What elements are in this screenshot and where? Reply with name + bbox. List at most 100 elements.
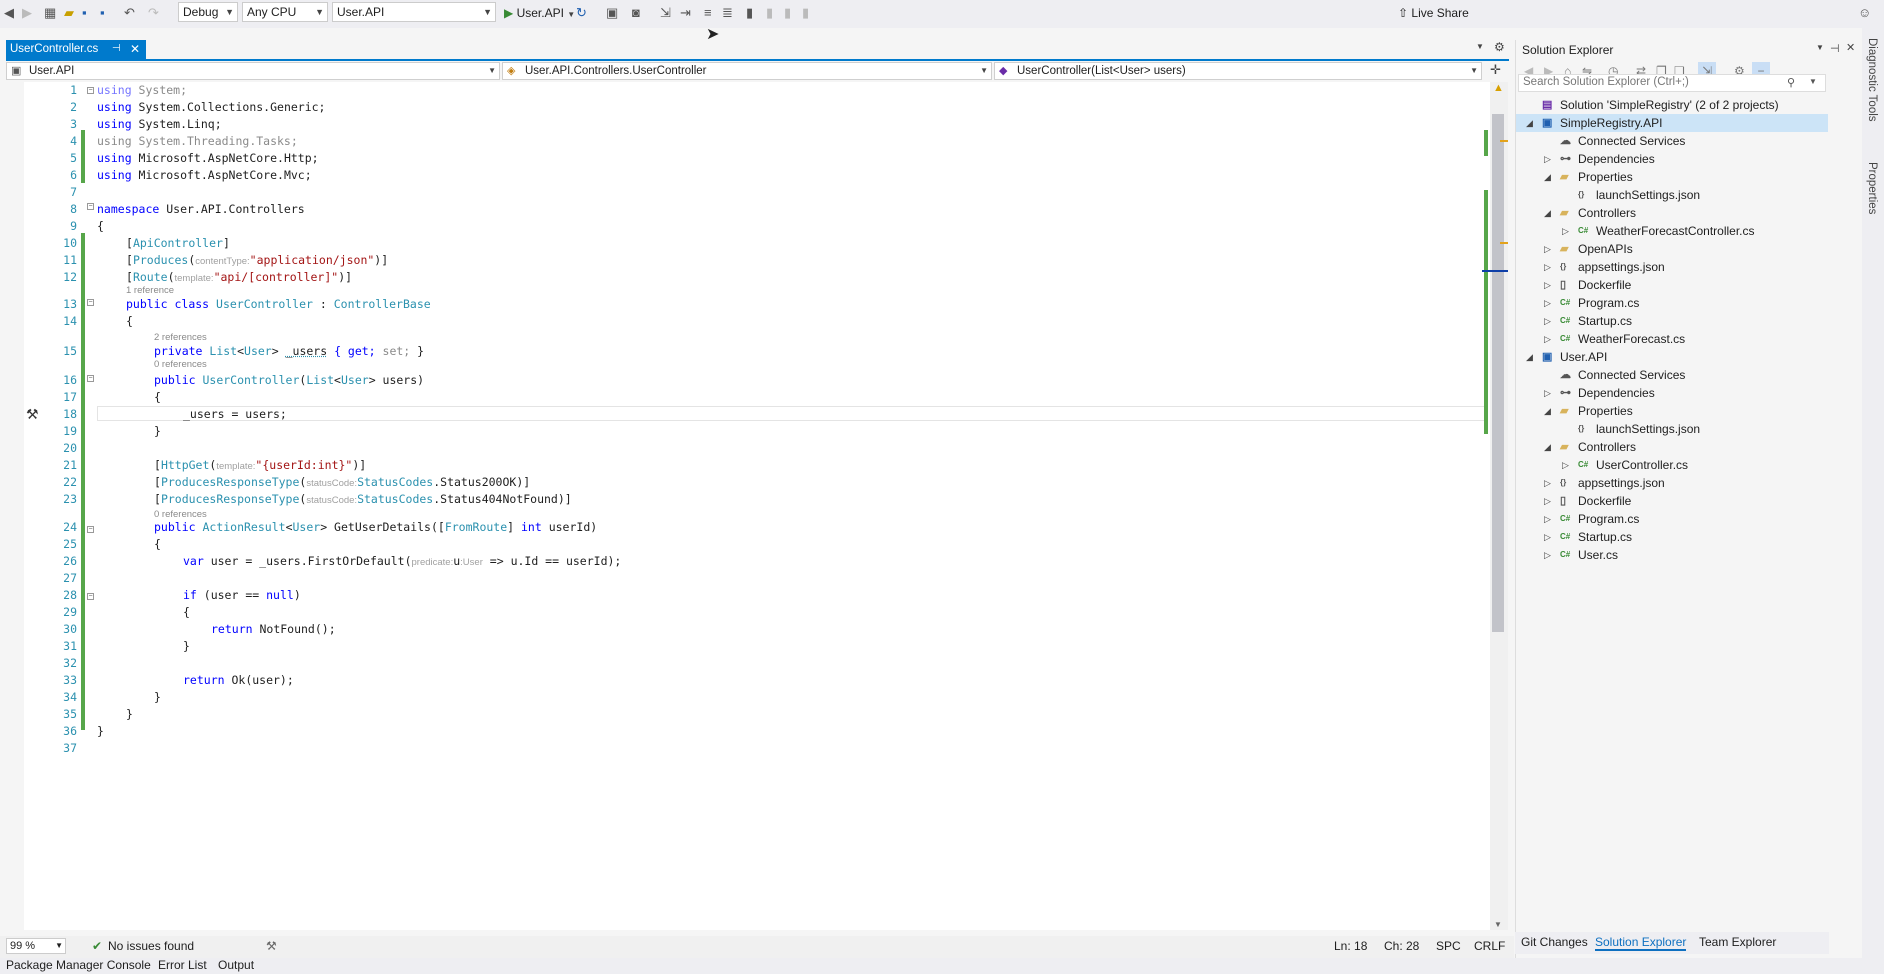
comment-icon[interactable]: ≡	[704, 6, 712, 20]
scroll-down-icon[interactable]: ▼	[1494, 920, 1502, 929]
tree-item[interactable]: {} launchSettings.json	[1516, 420, 1828, 438]
redo-icon[interactable]: ↷	[148, 6, 159, 20]
tree-item[interactable]: ▤ Solution 'SimpleRegistry' (2 of 2 proje…	[1516, 96, 1828, 114]
tree-item[interactable]: ▷ ▰ OpenAPIs	[1516, 240, 1828, 258]
collapsed-arrow-icon[interactable]: ▷	[1544, 294, 1551, 312]
person-icon[interactable]: ☺	[1858, 6, 1871, 20]
close-icon[interactable]: ✕	[1846, 41, 1855, 54]
scrollbar-thumb[interactable]	[1492, 114, 1504, 632]
tab-git-changes[interactable]: Git Changes	[1521, 935, 1588, 949]
collapsed-arrow-icon[interactable]: ▷	[1562, 222, 1569, 240]
tree-item[interactable]: ▷ C# WeatherForecast.cs	[1516, 330, 1828, 348]
search-input[interactable]: Search Solution Explorer (Ctrl+;)	[1523, 76, 1689, 88]
tab-team-explorer[interactable]: Team Explorer	[1699, 935, 1776, 949]
cleanup-icon[interactable]: ⚒	[266, 939, 277, 953]
collapsed-arrow-icon[interactable]: ▷	[1544, 492, 1551, 510]
collapsed-arrow-icon[interactable]: ▷	[1544, 474, 1551, 492]
tab-solution-explorer[interactable]: Solution Explorer	[1595, 935, 1687, 951]
collapsed-arrow-icon[interactable]: ▷	[1544, 312, 1551, 330]
platform-dropdown[interactable]: Any CPU ▼	[242, 2, 328, 22]
search-icon[interactable]: ⚲	[1787, 76, 1795, 89]
refresh-icon[interactable]: ↻	[576, 6, 587, 20]
tree-item[interactable]: ▷ C# Startup.cs	[1516, 312, 1828, 330]
close-icon[interactable]: ✕	[130, 42, 140, 56]
codelens-references[interactable]: 1 reference	[126, 285, 174, 296]
member-nav-dropdown[interactable]: ◆ UserController(List<User> users) ▼	[994, 62, 1482, 80]
tree-item[interactable]: ▷ ▯ Dockerfile	[1516, 276, 1828, 294]
clear-bookmarks-icon[interactable]: ▮	[802, 6, 809, 20]
collapsed-arrow-icon[interactable]: ▷	[1544, 240, 1551, 258]
live-share-button[interactable]: ⇧ Live Share	[1398, 5, 1469, 21]
collapsed-arrow-icon[interactable]: ▷	[1544, 330, 1551, 348]
tree-item[interactable]: ◢ ▰ Properties	[1516, 402, 1828, 420]
tree-item[interactable]: {} launchSettings.json	[1516, 186, 1828, 204]
tree-item[interactable]: ▷ ▯ Dockerfile	[1516, 492, 1828, 510]
panel-menu-icon[interactable]: ▼	[1816, 43, 1824, 52]
collapsed-arrow-icon[interactable]: ▷	[1544, 528, 1551, 546]
tree-item[interactable]: ☁ Connected Services	[1516, 132, 1828, 150]
tree-item[interactable]: ◢ ▣ SimpleRegistry.API	[1516, 114, 1828, 132]
tree-item[interactable]: ▷ C# UserController.cs	[1516, 456, 1828, 474]
startup-project-dropdown[interactable]: User.API ▼	[332, 2, 496, 22]
new-item-icon[interactable]: ▦	[44, 6, 56, 20]
tree-item[interactable]: ▷ C# Startup.cs	[1516, 528, 1828, 546]
tab-usercontroller[interactable]: UserController.cs ⊣ ✕	[6, 40, 146, 60]
expanded-arrow-icon[interactable]: ◢	[1526, 348, 1533, 366]
forward-icon[interactable]: ▶	[22, 6, 32, 20]
tree-item[interactable]: ▷ {} appsettings.json	[1516, 258, 1828, 276]
tree-item[interactable]: ◢ ▰ Controllers	[1516, 204, 1828, 222]
uncomment-icon[interactable]: ≣	[722, 6, 733, 20]
expanded-arrow-icon[interactable]: ◢	[1544, 402, 1551, 420]
collapsed-arrow-icon[interactable]: ▷	[1544, 150, 1551, 168]
tree-item[interactable]: ◢ ▣ User.API	[1516, 348, 1828, 366]
split-icon[interactable]: ✛	[1490, 62, 1501, 78]
editor-scrollbar[interactable]: ▲ ▼	[1490, 82, 1508, 930]
tree-item[interactable]: ▷ ⊶ Dependencies	[1516, 150, 1828, 168]
zoom-dropdown[interactable]: 99 % ▼	[6, 938, 66, 954]
expanded-arrow-icon[interactable]: ◢	[1526, 114, 1533, 132]
browser-icon[interactable]: ▣	[606, 6, 618, 20]
tree-item[interactable]: ☁ Connected Services	[1516, 366, 1828, 384]
tree-item[interactable]: ▷ {} appsettings.json	[1516, 474, 1828, 492]
screenshot-icon[interactable]: ◙	[632, 6, 640, 20]
expanded-arrow-icon[interactable]: ◢	[1544, 438, 1551, 456]
side-tab-properties[interactable]: Properties	[1866, 162, 1878, 214]
tab-package-manager-console[interactable]: Package Manager Console	[6, 958, 151, 972]
collapsed-arrow-icon[interactable]: ▷	[1544, 384, 1551, 402]
issues-status[interactable]: No issues found	[108, 939, 194, 953]
undo-icon[interactable]: ↶	[124, 6, 135, 20]
codelens-references[interactable]: 0 references	[154, 359, 207, 370]
configuration-dropdown[interactable]: Debug ▼	[178, 2, 238, 22]
tree-item[interactable]: ◢ ▰ Controllers	[1516, 438, 1828, 456]
solution-search-field[interactable]: Search Solution Explorer (Ctrl+;) ⚲ ▼	[1518, 74, 1826, 92]
tab-output[interactable]: Output	[218, 958, 254, 972]
pin-icon[interactable]: ⊣	[112, 43, 121, 54]
prev-bookmark-icon[interactable]: ▮	[766, 6, 773, 20]
back-icon[interactable]: ◀	[4, 6, 14, 20]
gear-icon[interactable]: ⚙	[1494, 40, 1505, 54]
tab-list-icon[interactable]: ▼	[1476, 42, 1484, 51]
run-button[interactable]: ▶ User.API ▼	[504, 5, 575, 21]
tree-item[interactable]: ▷ C# WeatherForecastController.cs	[1516, 222, 1828, 240]
bookmark-icon[interactable]: ▮	[746, 6, 753, 20]
tree-item[interactable]: ▷ C# Program.cs	[1516, 294, 1828, 312]
collapsed-arrow-icon[interactable]: ▷	[1544, 276, 1551, 294]
whitespace-mode[interactable]: SPC	[1436, 939, 1461, 953]
tree-item[interactable]: ▷ C# User.cs	[1516, 546, 1828, 564]
step-into-icon[interactable]: ⇲	[660, 6, 671, 20]
chevron-down-icon[interactable]: ▼	[1809, 77, 1817, 86]
tree-item[interactable]: ▷ ⊶ Dependencies	[1516, 384, 1828, 402]
project-nav-dropdown[interactable]: ▣ User.API ▼	[6, 62, 500, 80]
collapsed-arrow-icon[interactable]: ▷	[1544, 546, 1551, 564]
collapsed-arrow-icon[interactable]: ▷	[1562, 456, 1569, 474]
line-ending[interactable]: CRLF	[1474, 939, 1505, 953]
save-all-icon[interactable]: ▪	[100, 6, 105, 20]
expanded-arrow-icon[interactable]: ◢	[1544, 168, 1551, 186]
collapsed-arrow-icon[interactable]: ▷	[1544, 510, 1551, 528]
expanded-arrow-icon[interactable]: ◢	[1544, 204, 1551, 222]
tab-error-list[interactable]: Error List	[158, 958, 207, 972]
type-nav-dropdown[interactable]: ◈ User.API.Controllers.UserController ▼	[502, 62, 992, 80]
codelens-references[interactable]: 2 references	[154, 332, 207, 343]
collapsed-arrow-icon[interactable]: ▷	[1544, 258, 1551, 276]
step-over-icon[interactable]: ⇥	[680, 6, 691, 20]
